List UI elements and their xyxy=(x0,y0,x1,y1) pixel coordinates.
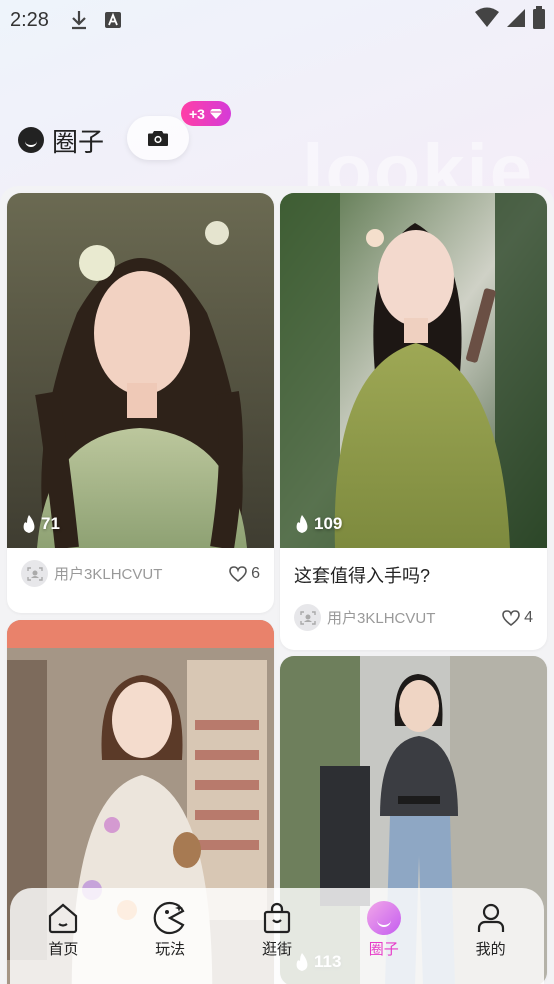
tab-label: 逛街 xyxy=(261,941,292,958)
diamond-icon xyxy=(209,108,223,119)
tab-label: 玩法 xyxy=(155,941,186,958)
battery-icon xyxy=(532,6,546,36)
bottom-tab-bar: 首页 玩法 逛街 圈子 我的 xyxy=(10,888,544,984)
like-count: 4 xyxy=(524,608,533,626)
post-photo[interactable]: 109 xyxy=(280,193,547,548)
brand-logo-icon xyxy=(18,127,44,153)
home-icon xyxy=(45,900,81,936)
page-header: 圈子 xyxy=(18,118,104,162)
post-meta: 用户3KLHCVUT 6 xyxy=(7,548,274,599)
page-title: 圈子 xyxy=(52,126,105,157)
flame-icon xyxy=(23,515,35,533)
circle-face-icon xyxy=(366,900,402,936)
heart-icon xyxy=(229,565,247,582)
post-username[interactable]: 用户3KLHCVUT xyxy=(54,563,229,584)
avatar[interactable] xyxy=(21,560,48,587)
status-right-icons xyxy=(474,6,546,36)
like-button[interactable]: 6 xyxy=(229,565,260,583)
tab-shopping[interactable]: 逛街 xyxy=(232,900,322,959)
tab-circle[interactable]: 圈子 xyxy=(339,900,429,959)
signal-icon xyxy=(506,7,526,35)
user-placeholder-icon xyxy=(299,610,316,625)
tab-home[interactable]: 首页 xyxy=(18,900,108,959)
post-card[interactable]: 71 用户3KLHCVUT 6 xyxy=(7,193,274,613)
avatar[interactable] xyxy=(294,604,321,631)
hot-value: 71 xyxy=(41,514,60,533)
bonus-count: +3 xyxy=(189,105,205,122)
shopping-bag-icon xyxy=(259,900,295,936)
flame-icon xyxy=(296,515,308,533)
like-button[interactable]: 4 xyxy=(502,609,533,627)
status-bar: 2:28 xyxy=(0,0,554,40)
profile-icon xyxy=(473,900,509,936)
tab-label: 我的 xyxy=(475,941,506,958)
download-icon xyxy=(67,8,91,32)
tab-play[interactable]: 玩法 xyxy=(125,900,215,959)
status-time: 2:28 xyxy=(10,8,49,31)
post-card[interactable]: 109 这套值得入手吗? 用户3KLHCVUT 4 xyxy=(280,193,547,650)
font-a-icon xyxy=(101,8,125,32)
hot-count: 71 xyxy=(21,514,60,534)
camera-icon xyxy=(148,131,168,146)
user-placeholder-icon xyxy=(26,566,43,581)
post-feed[interactable]: 71 用户3KLHCVUT 6 109 这套值得入手吗? 用户3KLHCVUT … xyxy=(0,186,554,984)
hot-count: 109 xyxy=(294,514,342,534)
post-photo[interactable]: 71 xyxy=(7,193,274,548)
tab-label: 圈子 xyxy=(368,941,399,958)
post-meta: 用户3KLHCVUT 4 xyxy=(280,592,547,643)
bonus-badge[interactable]: +3 xyxy=(181,101,231,126)
wifi-icon xyxy=(474,7,500,35)
like-count: 6 xyxy=(251,564,260,582)
pacman-icon xyxy=(152,900,188,936)
camera-button[interactable] xyxy=(127,116,189,160)
post-username[interactable]: 用户3KLHCVUT xyxy=(327,607,502,628)
hot-value: 109 xyxy=(314,514,343,533)
heart-icon xyxy=(502,609,520,626)
tab-label: 首页 xyxy=(48,941,79,958)
post-title[interactable]: 这套值得入手吗? xyxy=(280,548,547,592)
tab-profile[interactable]: 我的 xyxy=(446,900,536,959)
